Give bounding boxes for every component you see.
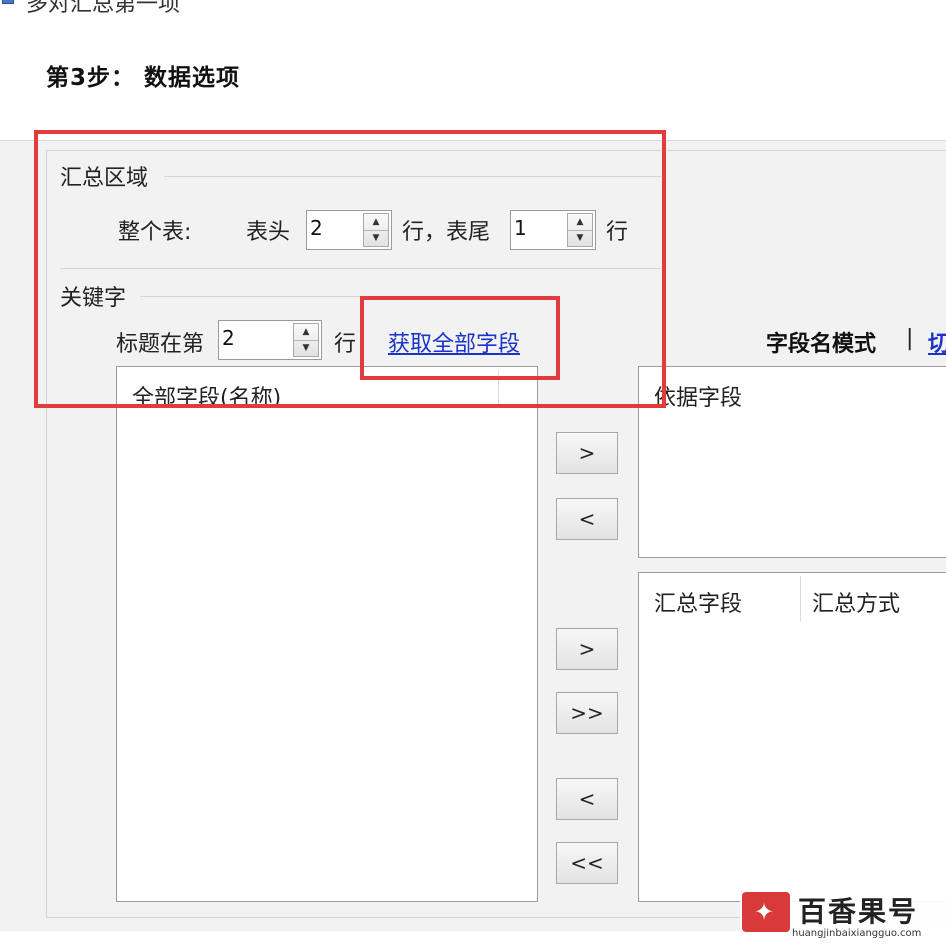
column-separator	[800, 576, 801, 622]
arrow-up-icon[interactable]: ▲	[568, 214, 592, 231]
wizard-window: 多对汇总第一项 第3步： 数据选项 汇总区域 整个表: 表头 2 ▲ ▼ 行，表…	[0, 0, 946, 946]
header-rows-value[interactable]: 2	[310, 216, 323, 240]
footer-rows-value[interactable]: 1	[514, 216, 527, 240]
watermark-title: 百香果号	[798, 895, 919, 928]
add-summary-button[interactable]: >	[556, 628, 618, 670]
header-rows-spinner[interactable]: 2 ▲ ▼	[306, 210, 392, 250]
watermark: ✦ 百香果号 huangjinbaixiangguo.com	[740, 886, 946, 946]
remove-all-summary-button[interactable]: <<	[556, 842, 618, 884]
title-row-unit: 行	[334, 332, 357, 357]
watermark-url: huangjinbaixiangguo.com	[792, 928, 922, 939]
app-icon	[2, 0, 14, 4]
title-at-label: 标题在第	[116, 332, 205, 357]
summary-fields-listbox[interactable]	[638, 572, 946, 902]
spin-buttons: ▲ ▼	[567, 213, 593, 247]
summary-method-header: 汇总方式	[812, 592, 901, 617]
summary-field-header: 汇总字段	[654, 592, 743, 617]
all-fields-listbox[interactable]	[116, 366, 538, 902]
step-title: 第3步： 数据选项	[46, 65, 241, 91]
title-row-value[interactable]: 2	[222, 326, 235, 350]
add-all-summary-button[interactable]: >>	[556, 692, 618, 734]
arrow-down-icon[interactable]: ▼	[568, 230, 592, 246]
keyword-group-label: 关键字	[60, 286, 127, 311]
title-row-spinner[interactable]: 2 ▲ ▼	[218, 320, 322, 360]
arrow-up-icon[interactable]: ▲	[294, 324, 318, 341]
spin-buttons: ▲ ▼	[363, 213, 389, 247]
header-label: 表头	[246, 220, 291, 245]
footer-rows-spinner[interactable]: 1 ▲ ▼	[510, 210, 596, 250]
mode-switch-link[interactable]: 切	[928, 326, 946, 358]
star-logo-icon: ✦	[742, 892, 790, 932]
basis-fields-header: 依据字段	[654, 386, 743, 411]
column-separator	[498, 370, 499, 408]
get-all-fields-link[interactable]: 获取全部字段	[388, 326, 520, 358]
mode-separator: |	[906, 326, 914, 351]
whole-table-label: 整个表:	[118, 220, 192, 245]
arrow-up-icon[interactable]: ▲	[364, 214, 388, 231]
section-divider	[60, 268, 664, 269]
group-divider	[164, 176, 664, 177]
window-title-bar: 多对汇总第一项	[0, 0, 400, 17]
all-fields-header: 全部字段(名称)	[132, 386, 282, 411]
summary-area-group-label: 汇总区域	[60, 166, 149, 191]
footer-row-unit: 行	[606, 220, 629, 245]
footer-label: 行，表尾	[402, 220, 491, 245]
remove-summary-button[interactable]: <	[556, 778, 618, 820]
field-name-mode-label: 字段名模式	[766, 332, 877, 357]
arrow-down-icon[interactable]: ▼	[294, 340, 318, 356]
arrow-down-icon[interactable]: ▼	[364, 230, 388, 246]
window-title: 多对汇总第一项	[26, 0, 181, 17]
add-basis-button[interactable]: >	[556, 432, 618, 474]
group-divider	[140, 296, 360, 297]
spin-buttons: ▲ ▼	[293, 323, 319, 357]
remove-basis-button[interactable]: <	[556, 498, 618, 540]
